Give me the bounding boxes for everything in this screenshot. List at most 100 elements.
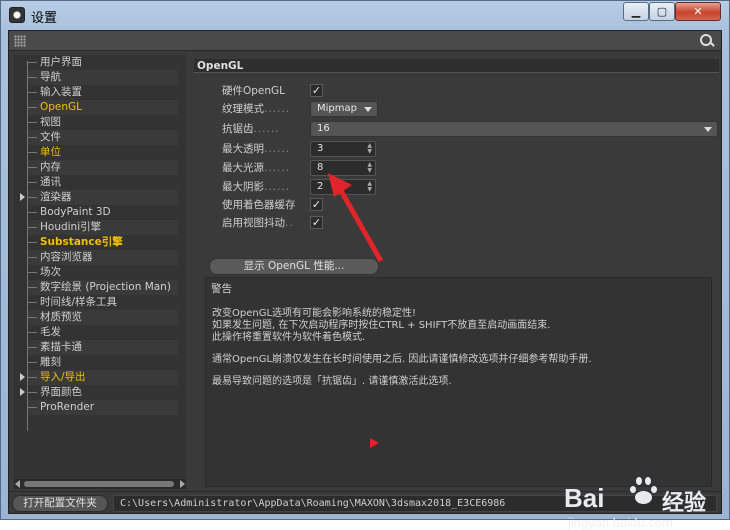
max-lights-label-text: 最大光源 [222,162,264,174]
max-transparency-row: 最大透明...... 3 ▲ ▼ [222,141,712,157]
antialiasing-row: 抗锯齿...... 16 [222,121,718,137]
scroll-right-icon[interactable] [180,480,185,488]
title-bar[interactable]: 设置 ▁ ▢ ✕ [1,1,729,29]
leader-dots: ...... [264,162,291,174]
sidebar-horizontal-scrollbar[interactable] [14,479,186,489]
sidebar-item[interactable]: 界面颜色 [28,385,178,400]
texture-mode-dropdown[interactable]: Mipmap [310,101,378,117]
window-title: 设置 [31,10,58,25]
leader-dots: ...... [264,103,291,115]
warning-line-5: 最易导致问题的选项是「抗锯齿」. 请谨慎激活此选项. [212,376,452,387]
sidebar-item[interactable]: 雕刻 [28,355,178,370]
watermark-brand: Bai [564,483,605,513]
sidebar-item[interactable]: 导航 [28,70,178,85]
sidebar-item[interactable]: 通讯 [28,175,178,190]
open-config-folder-button[interactable]: 打开配置文件夹 [12,495,108,512]
shader-cache-row: 使用着色器缓存 ✓ [222,197,712,213]
baidu-jingyan-watermark: Bai 经验 jingyan.baidu.com [564,471,730,530]
cinema4d-app-icon [9,7,25,23]
warning-line-4: 通常OpenGL崩溃仅发生在长时间使用之后. 因此请谨慎修改选项并仔细参考帮助手… [212,354,592,365]
red-annotation-arrow-icon [328,173,384,263]
sidebar-item[interactable]: 视图 [28,115,178,130]
sidebar-item[interactable]: 素描卡通 [28,340,178,355]
shader-cache-label: 使用着色器缓存 [222,199,296,211]
texture-mode-value: Mipmap [317,103,357,114]
hardware-opengl-checkbox[interactable]: ✓ [310,84,323,97]
red-triangle-marker-icon [370,438,379,448]
watermark-url: jingyan.baidu.com [568,515,673,530]
shader-cache-checkbox[interactable]: ✓ [310,198,323,211]
max-lights-label: 最大光源...... [222,160,290,176]
chevron-right-icon[interactable] [20,193,25,201]
hardware-opengl-label-text: 硬件OpenGL [222,85,286,97]
sidebar-item[interactable]: OpenGL [28,100,178,115]
sidebar-item[interactable]: BodyPaint 3D [28,205,178,220]
search-icon[interactable] [699,33,715,49]
viewport-jitter-label: 启用视图抖动.. [222,215,294,231]
antialiasing-label: 抗锯齿...... [222,121,280,137]
sidebar-item[interactable]: 材质预览 [28,310,178,325]
settings-client-area: 用户界面 导航 输入装置 OpenGL 视图 文件 单位 内存 通讯 渲染器 BodyPaint 3… [8,30,722,530]
warning-line-3: 此操作将重置软件为软件着色模式. [212,332,366,343]
sidebar-item[interactable]: 时间线/样条工具 [28,295,178,310]
leader-dots: ...... [264,143,291,155]
sidebar-item[interactable]: 单位 [28,145,178,160]
sidebar-item[interactable]: 用户界面 [28,55,178,70]
hardware-opengl-row: 硬件OpenGL ✓ [222,83,712,99]
hardware-opengl-label: 硬件OpenGL [222,83,285,99]
viewport-jitter-row: 启用视图抖动.. ✓ [222,215,712,231]
texture-mode-label-text: 纹理模式 [222,103,264,115]
max-shadows-value: 2 [317,181,324,192]
warning-title: 警告 [211,283,232,295]
sidebar-item[interactable]: 毛发 [28,325,178,340]
antialiasing-value: 16 [317,123,330,134]
sidebar-item[interactable]: Houdini引擎 [28,220,178,235]
spin-arrows-icon[interactable]: ▲ ▼ [367,143,372,155]
sidebar-item[interactable]: 内容浏览器 [28,250,178,265]
max-lights-row: 最大光源...... 8 ▲ ▼ [222,160,712,176]
texture-mode-row: 纹理模式...... Mipmap [222,101,712,117]
max-transparency-label: 最大透明...... [222,141,290,157]
sidebar-item[interactable]: 导入/导出 [28,370,178,385]
baidu-paw-logo-icon [628,477,660,507]
texture-mode-label: 纹理模式...... [222,101,290,117]
viewport-jitter-label-text: 启用视图抖动 [222,217,285,229]
leader-dots: ...... [264,181,291,193]
max-transparency-value: 3 [317,143,324,154]
antialiasing-dropdown[interactable]: 16 [310,121,718,137]
sidebar-item[interactable]: 输入装置 [28,85,178,100]
settings-window: 设置 ▁ ▢ ✕ 用户界面 导航 输入装置 OpenGL 视图 文件 单位 内存 通讯 渲染器 Bo… [0,0,730,530]
sidebar-item[interactable]: ProRender [28,400,178,415]
max-transparency-input[interactable]: 3 ▲ ▼ [310,141,376,157]
grip-icon[interactable] [14,35,26,47]
leader-dots: .. [285,217,294,229]
sidebar-item[interactable]: 内存 [28,160,178,175]
max-transparency-label-text: 最大透明 [222,143,264,155]
sidebar-item[interactable]: 渲染器 [28,190,178,205]
antialiasing-label-text: 抗锯齿 [222,123,254,135]
maximize-button[interactable]: ▢ [649,2,675,21]
minimize-button[interactable]: ▁ [623,2,649,21]
close-button[interactable]: ✕ [675,2,721,21]
sidebar-item[interactable]: Substance引擎 [28,235,178,250]
max-shadows-row: 最大阴影...... 2 ▲ ▼ [222,179,712,195]
max-shadows-label-text: 最大阴影 [222,181,264,193]
chevron-down-icon [364,107,372,112]
section-header-opengl: OpenGL [194,59,719,73]
opengl-settings-panel: OpenGL 硬件OpenGL ✓ 纹理模式...... Mipmap 抗锯齿.… [192,55,721,489]
settings-toolbar [9,31,721,51]
scroll-left-icon[interactable] [15,480,20,488]
max-lights-value: 8 [317,162,324,173]
chevron-right-icon[interactable] [20,388,25,396]
warning-box: 警告 改变OpenGL选项有可能会影响系统的稳定性! 如果发生问题, 在下次启动… [205,277,712,487]
sidebar-item[interactable]: 文件 [28,130,178,145]
sidebar-item[interactable]: 场次 [28,265,178,280]
watermark-brand-suffix: 经验 [662,491,707,516]
sidebar-item[interactable]: 数字绘景 (Projection Man) [28,280,178,295]
max-shadows-label: 最大阴影...... [222,179,290,195]
viewport-jitter-checkbox[interactable]: ✓ [310,216,323,229]
leader-dots: ...... [253,123,280,135]
scrollbar-thumb[interactable] [24,481,174,487]
settings-category-tree: 用户界面 导航 输入装置 OpenGL 视图 文件 单位 内存 通讯 渲染器 BodyPaint 3… [14,55,186,489]
chevron-right-icon[interactable] [20,373,25,381]
